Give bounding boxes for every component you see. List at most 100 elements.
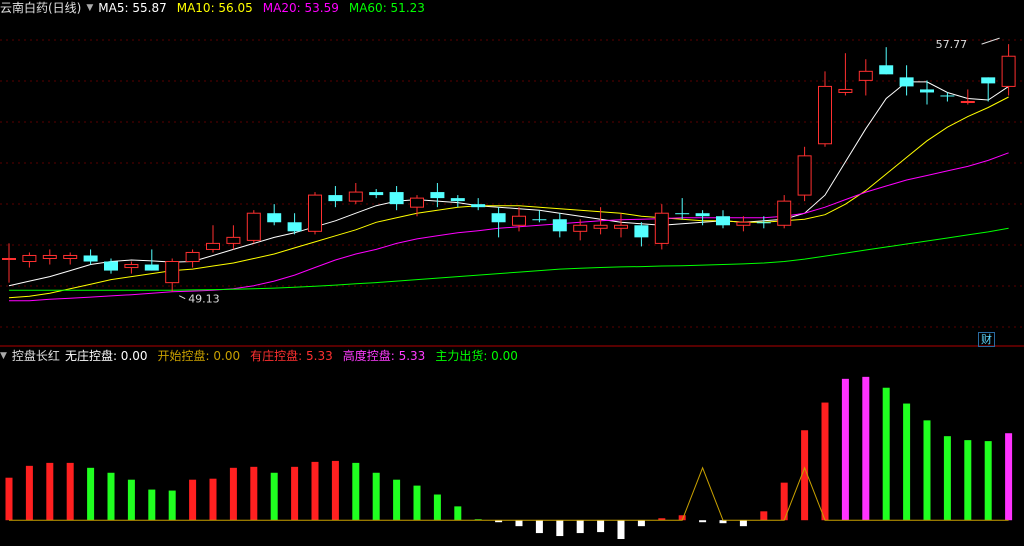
legend-item-value: : 0.00 (205, 349, 241, 363)
candle-body (308, 194, 322, 232)
candle-body (552, 219, 567, 232)
legend-item: MA10: 56.05 (177, 0, 258, 16)
candle-body (818, 85, 832, 145)
ma-line-ma10 (8, 96, 1009, 299)
indicator-bar (637, 520, 645, 527)
candle-body (838, 88, 853, 93)
indicator-bar (311, 461, 319, 521)
candle-body (654, 212, 669, 244)
indicator-bar (46, 462, 54, 521)
moving-average-lines (8, 81, 1009, 302)
candle-body (226, 236, 241, 244)
indicator-bar (739, 520, 747, 527)
legend-item-name: MA60 (348, 1, 383, 15)
indicator-bar (352, 462, 360, 521)
candle-body (512, 215, 526, 226)
candle-body (369, 192, 384, 196)
indicator-bar (87, 467, 95, 521)
candle-body (675, 213, 690, 215)
indicator-bar (25, 465, 33, 521)
indicator-bar (943, 436, 951, 521)
legend-item: 开始控盘: 0.00 (158, 348, 246, 364)
legend-item-name: MA20 (262, 1, 297, 15)
candle-body (104, 261, 118, 271)
indicator-bar (291, 466, 299, 521)
finance-badge[interactable]: 财 (978, 332, 995, 347)
legend-item: MA20: 53.59 (263, 0, 344, 16)
legend-item-name: 高度控盘 (342, 349, 391, 363)
legend-item-name: 无庄控盘 (64, 349, 113, 363)
chart-canvas: 57.77 49.13 (0, 37, 1024, 540)
indicator-bar (841, 378, 849, 521)
candlesticks (2, 44, 1016, 292)
legend-item-value: : 5.33 (298, 349, 333, 363)
indicator-legend-items: 无庄控盘: 0.00 开始控盘: 0.00 有庄控盘: 5.33 高度控盘: 5.33… (65, 348, 528, 364)
indicator-signal-line (9, 466, 1009, 521)
candle-body (920, 89, 934, 93)
price-annotations: 57.77 49.13 (178, 37, 1000, 306)
legend-item-value: : 0.00 (112, 349, 148, 363)
candle-body (736, 221, 751, 226)
indicator-bar (882, 387, 890, 521)
candle-body (491, 213, 506, 223)
candle-body (634, 225, 649, 238)
candle-body (879, 65, 894, 75)
indicator-bar (209, 478, 217, 521)
candle-body (532, 219, 547, 221)
candle-body (573, 224, 588, 232)
candle-body (63, 254, 78, 259)
candle-body (756, 222, 771, 224)
indicator-bar (699, 520, 707, 523)
candle-body (348, 191, 363, 202)
ma-legend-items: MA5: 55.87 MA10: 56.05 MA20: 53.59 MA60: 51… (98, 0, 435, 16)
indicator-bar (270, 472, 278, 521)
indicator-bar (250, 466, 258, 521)
high-price-label: 57.77 (936, 38, 968, 51)
price-legend: 云南白药(日线) ▼ MA5: 55.87 MA10: 56.05 MA20: 53… (0, 0, 440, 16)
candle-body (960, 101, 975, 104)
candle-body (83, 255, 98, 262)
candle-body (246, 212, 261, 241)
legend-item: 无庄控盘: 0.00 (65, 348, 153, 364)
candle-body (614, 224, 628, 229)
high-arrow (981, 37, 1000, 45)
indicator-bar (433, 494, 441, 521)
collapse-triangle-icon[interactable]: ▼ (86, 0, 93, 16)
candle-body (389, 192, 404, 205)
indicator-bar (556, 520, 564, 537)
price-grid (0, 39, 1024, 328)
indicator-bar (393, 479, 401, 521)
ma-line-ma20 (9, 152, 1009, 302)
ma-line-ma60 (9, 227, 1009, 291)
legend-item-name: 有庄控盘 (250, 349, 299, 363)
indicator-bar (760, 511, 768, 521)
stock-title: 云南白药(日线) (0, 1, 82, 15)
legend-item-name: 主力出货 (435, 349, 484, 363)
candle-body (899, 77, 914, 87)
candle-body (185, 251, 200, 263)
indicator-bar (229, 467, 237, 521)
candle-body (716, 216, 730, 226)
low-price-label: 49.13 (188, 293, 220, 306)
indicator-bar (862, 376, 870, 521)
low-arrow (178, 295, 186, 300)
indicator-bar (1005, 433, 1013, 521)
legend-item: 高度控盘: 5.33 (343, 348, 431, 364)
indicator-bar (148, 489, 156, 521)
legend-item-value: : 0.00 (483, 349, 518, 363)
candle-body (450, 198, 465, 202)
collapse-triangle-icon[interactable]: ▼ (0, 348, 7, 364)
indicator-bar (454, 506, 462, 521)
candle-body (593, 224, 608, 229)
candle-body (797, 155, 812, 196)
indicator-bar (903, 403, 911, 521)
candle-body (22, 254, 37, 263)
indicator-bars (5, 376, 1013, 540)
indicator-title: 控盘长红 (11, 349, 60, 363)
indicator-bar (923, 420, 931, 521)
candle-body (2, 257, 16, 260)
indicator-legend: ▼ 控盘长红 无庄控盘: 0.00 开始控盘: 0.00 有庄控盘: 5.33 高度控… (0, 348, 533, 364)
indicator-bar (821, 402, 829, 521)
indicator-bar (515, 520, 523, 527)
indicator-bar (331, 460, 339, 521)
